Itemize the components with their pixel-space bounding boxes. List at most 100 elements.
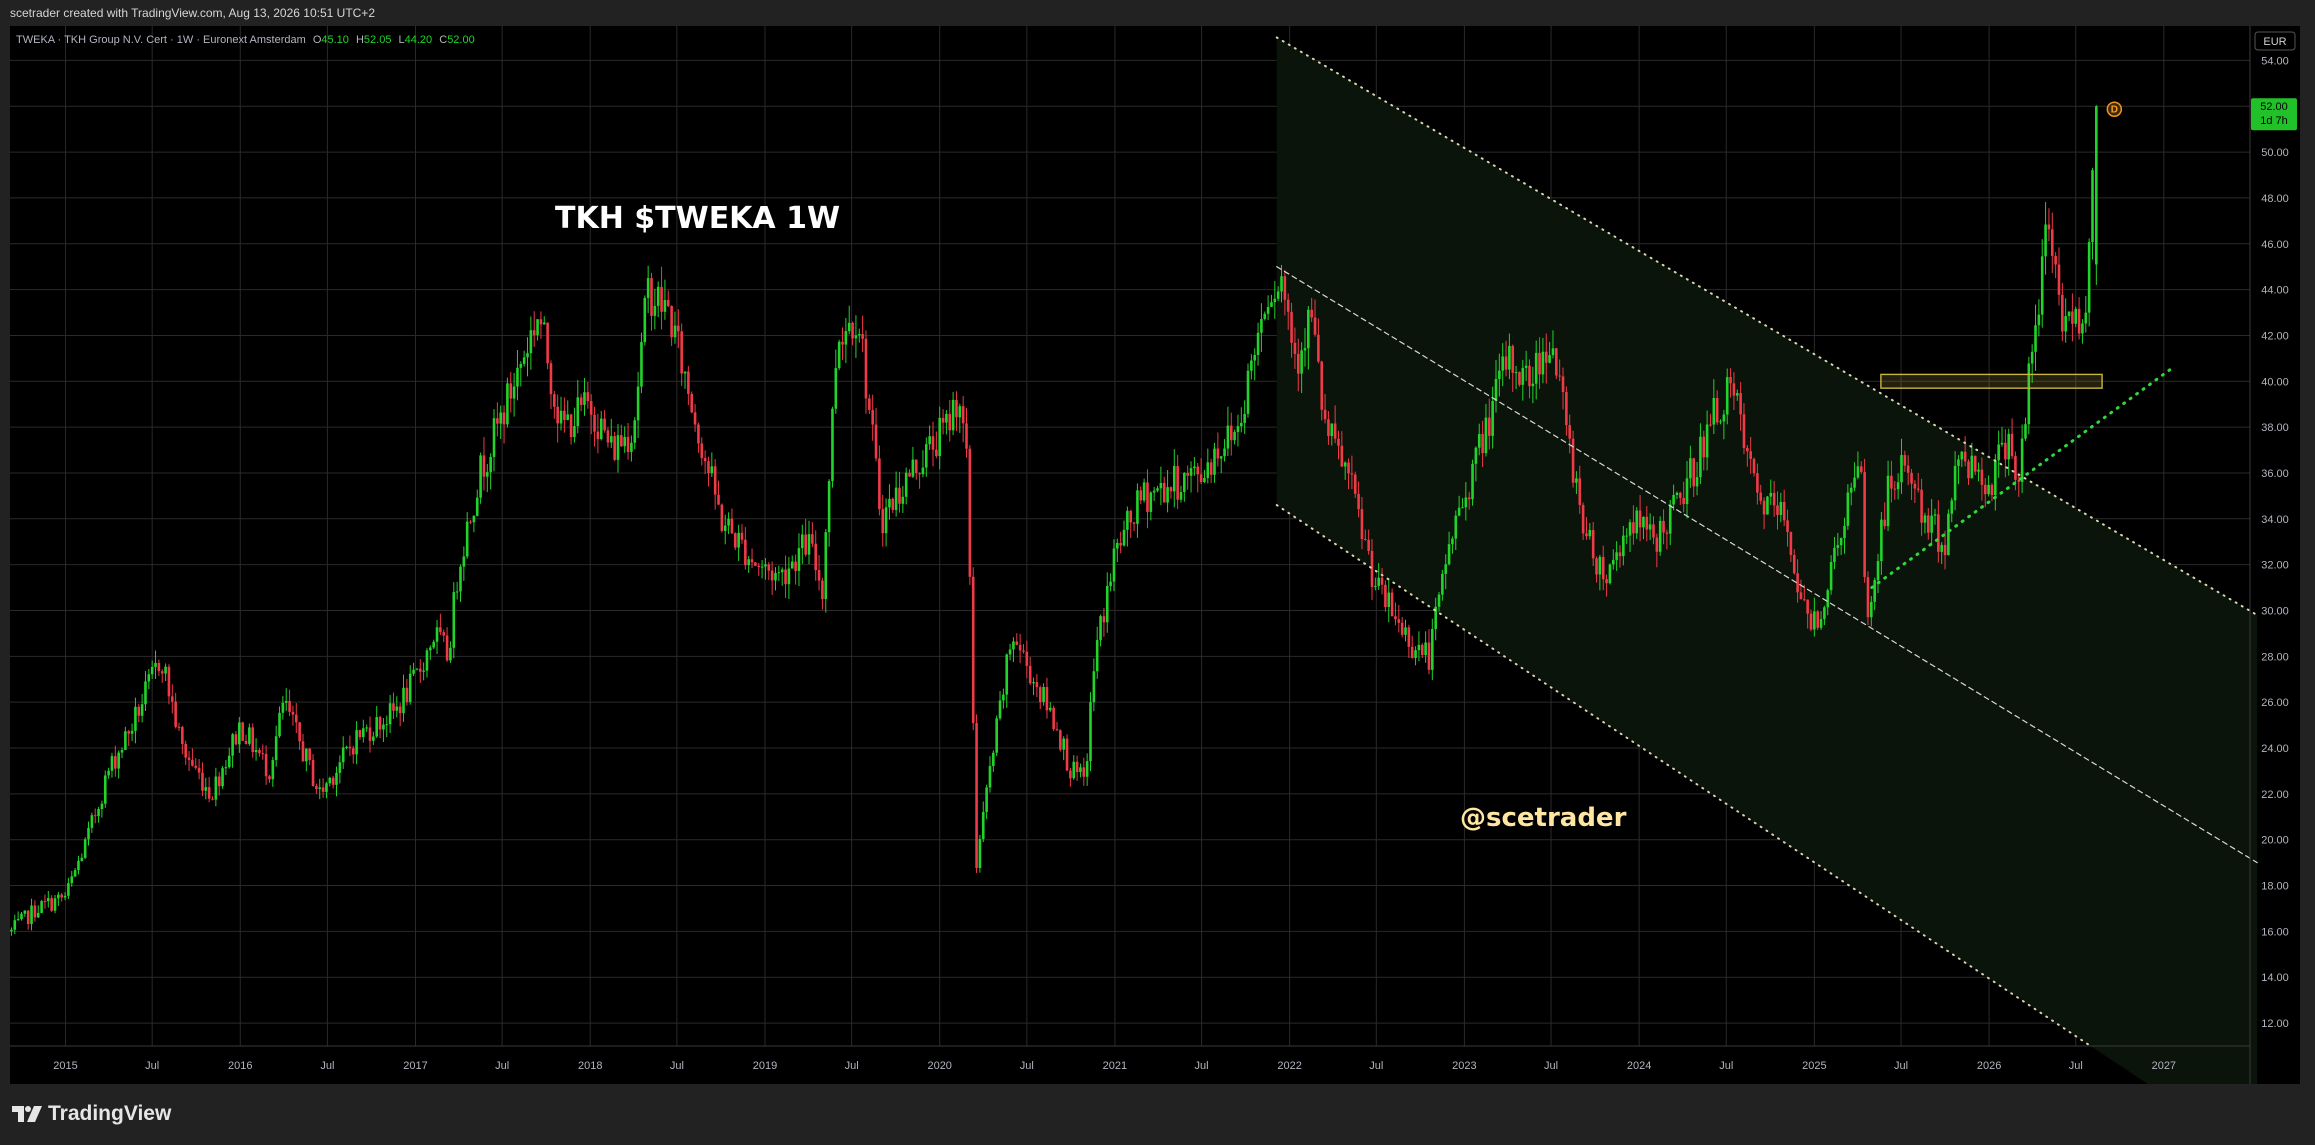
candle-body bbox=[1548, 355, 1551, 363]
candle-body bbox=[234, 734, 238, 745]
candle-body bbox=[1595, 558, 1598, 575]
time-tick-label: 2019 bbox=[753, 1060, 777, 1072]
candle-body bbox=[1983, 484, 1987, 495]
candle-body bbox=[124, 731, 127, 751]
candle-body bbox=[1303, 348, 1307, 351]
candle-body bbox=[46, 898, 50, 902]
candle-body bbox=[1910, 472, 1913, 484]
candle-body bbox=[140, 704, 144, 716]
candle-body bbox=[33, 905, 37, 918]
candle-body bbox=[573, 426, 576, 438]
candle-body bbox=[1464, 497, 1468, 508]
candle-body bbox=[700, 443, 704, 459]
candle-body bbox=[613, 436, 616, 460]
candle-body bbox=[2071, 311, 2074, 324]
price-axis[interactable]: 12.00 14.00 16.00 18.00 20.00 22.00 24.00 26.00… bbox=[2261, 55, 2289, 1030]
candle-body bbox=[924, 444, 928, 468]
candle-body bbox=[358, 730, 362, 738]
candle-body bbox=[1105, 586, 1109, 623]
candle-body bbox=[1206, 462, 1210, 478]
watermark-annotation[interactable]: @scetrader bbox=[1460, 803, 1627, 833]
candle-body bbox=[2084, 312, 2088, 324]
candle-body bbox=[1186, 472, 1189, 476]
candle-body bbox=[730, 518, 734, 534]
candle-body bbox=[1350, 473, 1354, 475]
candle-body bbox=[2081, 323, 2084, 334]
candle-body bbox=[1806, 599, 1809, 614]
candle-body bbox=[1243, 413, 1246, 423]
candle-body bbox=[1833, 547, 1836, 563]
candle-body bbox=[375, 717, 379, 737]
candle-body bbox=[147, 674, 151, 682]
candle-body bbox=[1725, 377, 1729, 415]
tradingview-logo[interactable]: TradingView bbox=[12, 1102, 171, 1126]
symbol-legend[interactable]: TWEKA · TKH Group N.V. Cert · 1W · Euron… bbox=[16, 34, 475, 46]
header-bar: scetrader created with TradingView.com, … bbox=[0, 0, 2315, 26]
candle-body bbox=[666, 300, 670, 307]
candle-body bbox=[1521, 367, 1525, 385]
candle-body bbox=[1025, 651, 1029, 666]
candle-body bbox=[1792, 555, 1796, 574]
candle-body bbox=[90, 815, 94, 828]
candle-body bbox=[1370, 550, 1374, 587]
candle-body bbox=[274, 736, 278, 761]
candle-body bbox=[1229, 425, 1233, 441]
candle-body bbox=[542, 322, 546, 325]
candle-body bbox=[1139, 490, 1143, 501]
candle-body bbox=[1863, 472, 1866, 578]
candle-body bbox=[227, 755, 231, 768]
candle-body bbox=[1072, 761, 1076, 779]
candle-body bbox=[1913, 483, 1917, 489]
price-chart[interactable]: 12.00 14.00 16.00 18.00 20.00 22.00 24.00 26.00… bbox=[10, 26, 2300, 1084]
candle-body bbox=[1813, 611, 1816, 630]
candle-body bbox=[1544, 351, 1548, 363]
candle-body bbox=[834, 368, 838, 409]
candle-body bbox=[1065, 738, 1069, 771]
time-tick-label: 2027 bbox=[2152, 1060, 2176, 1072]
candle-body bbox=[1260, 319, 1263, 333]
price-tag-value: 52.00 bbox=[2260, 101, 2288, 113]
candle-body bbox=[1823, 607, 1826, 620]
candle-body bbox=[744, 539, 747, 566]
candle-body bbox=[1219, 456, 1223, 459]
candle-body bbox=[790, 561, 794, 569]
candle-body bbox=[861, 334, 864, 339]
candle-body bbox=[1179, 492, 1183, 500]
candle-body bbox=[1028, 665, 1032, 684]
candle-body bbox=[1273, 298, 1277, 303]
candle-body bbox=[995, 718, 998, 753]
candle-body bbox=[1689, 458, 1692, 479]
candle-body bbox=[1059, 730, 1062, 750]
candle-body bbox=[549, 363, 553, 395]
candle-body bbox=[1189, 468, 1193, 476]
candle-body bbox=[191, 759, 194, 766]
candle-body bbox=[137, 706, 141, 716]
candle-body bbox=[770, 570, 774, 581]
candle-body bbox=[442, 632, 446, 636]
candle-body bbox=[1675, 492, 1679, 496]
chart-title-annotation[interactable]: TKH $TWEKA 1W bbox=[555, 201, 840, 236]
time-tick-label: Jul bbox=[145, 1060, 159, 1072]
candle-body bbox=[258, 749, 261, 754]
candle-body bbox=[1883, 519, 1887, 527]
time-axis[interactable]: 2015 Jul 2016 Jul 2017 Jul 2018 Jul 2019 Jul 2020 J… bbox=[53, 1060, 2176, 1072]
candle-body bbox=[1990, 484, 1994, 496]
candle-body bbox=[50, 898, 53, 911]
candle-body bbox=[1598, 556, 1602, 575]
open-value: 45.10 bbox=[321, 34, 349, 46]
candle-body bbox=[914, 459, 918, 473]
chart-frame[interactable]: 12.00 14.00 16.00 18.00 20.00 22.00 24.00 26.00… bbox=[10, 26, 2300, 1084]
candle-body bbox=[1112, 548, 1116, 582]
candle-body bbox=[1042, 687, 1045, 702]
candle-body bbox=[30, 905, 33, 925]
candle-body bbox=[898, 487, 901, 504]
time-tick-label: 2016 bbox=[228, 1060, 252, 1072]
candle-body bbox=[747, 559, 750, 566]
candle-body bbox=[154, 662, 157, 667]
candle-body bbox=[566, 414, 570, 420]
candle-body bbox=[563, 410, 566, 420]
candle-body bbox=[97, 809, 100, 817]
candle-body bbox=[479, 455, 482, 498]
candle-body bbox=[2044, 224, 2047, 257]
candle-body bbox=[2050, 229, 2054, 256]
